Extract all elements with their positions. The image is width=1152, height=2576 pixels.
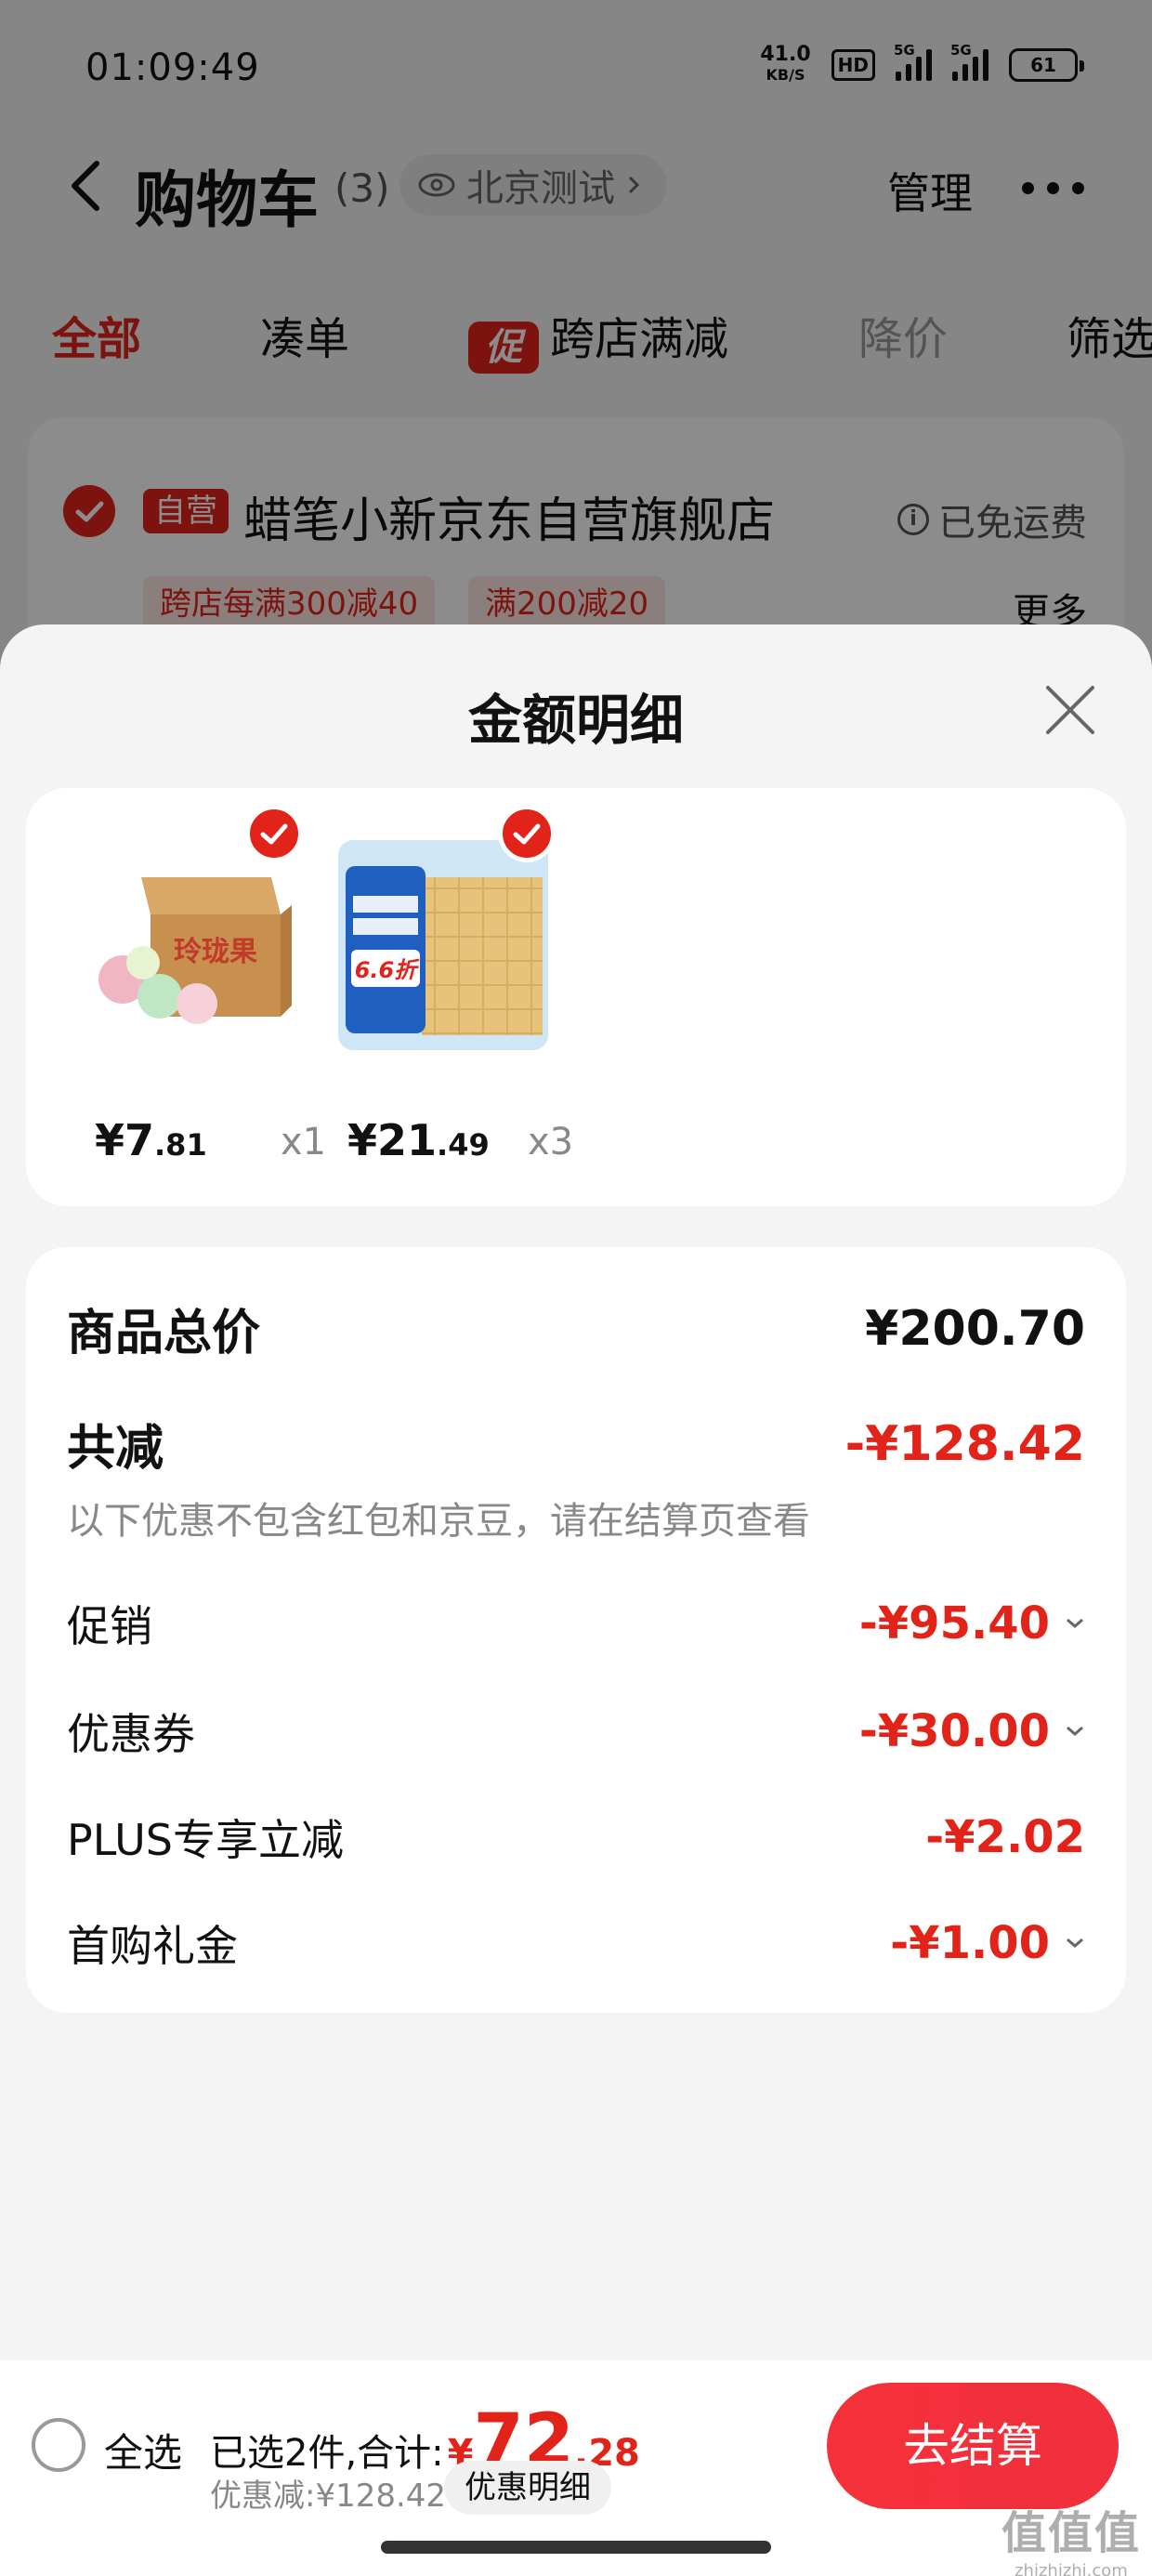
chevron-down-icon [1067, 1726, 1083, 1736]
discount-row-promotion[interactable]: 促销 -¥95.40 [67, 1593, 1085, 1654]
sheet-title: 金额明细 [467, 689, 684, 752]
svg-text:玲珑果: 玲珑果 [174, 936, 257, 968]
item-checkbox[interactable] [245, 805, 303, 862]
discount-row-first-purchase[interactable]: 首购礼金 -¥1.00 [67, 1912, 1085, 1974]
item-price: ¥7.81 [95, 1115, 207, 1165]
goods-total-value: ¥200.70 [865, 1300, 1085, 1357]
item-checkbox[interactable] [498, 805, 556, 862]
jelly-box-image: 玲珑果 [85, 840, 295, 1050]
select-all-label[interactable]: 全选 [104, 2422, 182, 2478]
svg-text:6.6折: 6.6折 [355, 957, 421, 983]
chevron-down-icon [1067, 1938, 1083, 1948]
check-icon [513, 823, 541, 845]
amount-detail-sheet: 金额明细 玲珑果 ¥7.81 x1 6.6折 ¥21.49 x3 商品总价 ¥2… [0, 624, 1152, 2362]
selected-items-card: 玲珑果 ¥7.81 x1 6.6折 ¥21.49 x3 [26, 788, 1126, 1206]
item-quantity: x1 [281, 1121, 327, 1163]
chevron-down-icon [1067, 1618, 1083, 1628]
item-quantity: x3 [528, 1121, 574, 1163]
check-icon [260, 823, 288, 845]
product-item[interactable]: 6.6折 ¥21.49 x3 [338, 788, 589, 1206]
discount-row-plus: PLUS专享立减 -¥2.02 [67, 1811, 1085, 1865]
discount-detail-button[interactable]: 优惠明细 [444, 2461, 611, 2515]
discount-amount: 优惠减:¥128.42 [210, 2477, 447, 2515]
item-price: ¥21.49 [347, 1115, 490, 1165]
product-item[interactable]: 玲珑果 ¥7.81 x1 [85, 788, 336, 1206]
checkout-button[interactable]: 去结算 [827, 2383, 1119, 2509]
discount-row-coupon[interactable]: 优惠券 -¥30.00 [67, 1701, 1085, 1762]
watermark: 值值值 zhizhizhi.com [1001, 2507, 1141, 2576]
price-summary-card: 商品总价 ¥200.70 共减 -¥128.42 以下优惠不包含红包和京豆，请在… [26, 1247, 1126, 2013]
close-icon[interactable] [1041, 680, 1100, 740]
reduction-note: 以下优惠不包含红包和京豆，请在结算页查看 [67, 1500, 810, 1543]
total-reduction-value: -¥128.42 [844, 1415, 1085, 1472]
select-all-checkbox[interactable] [32, 2418, 85, 2472]
goods-total-row: 商品总价 ¥200.70 [67, 1294, 1085, 1363]
total-reduction-row: 共减 -¥128.42 [67, 1409, 1085, 1479]
total-reduction-label: 共减 [67, 1421, 164, 1477]
goods-total-label: 商品总价 [67, 1306, 261, 1361]
home-indicator[interactable] [381, 2541, 771, 2554]
tissue-pack-image: 6.6折 [338, 840, 548, 1050]
